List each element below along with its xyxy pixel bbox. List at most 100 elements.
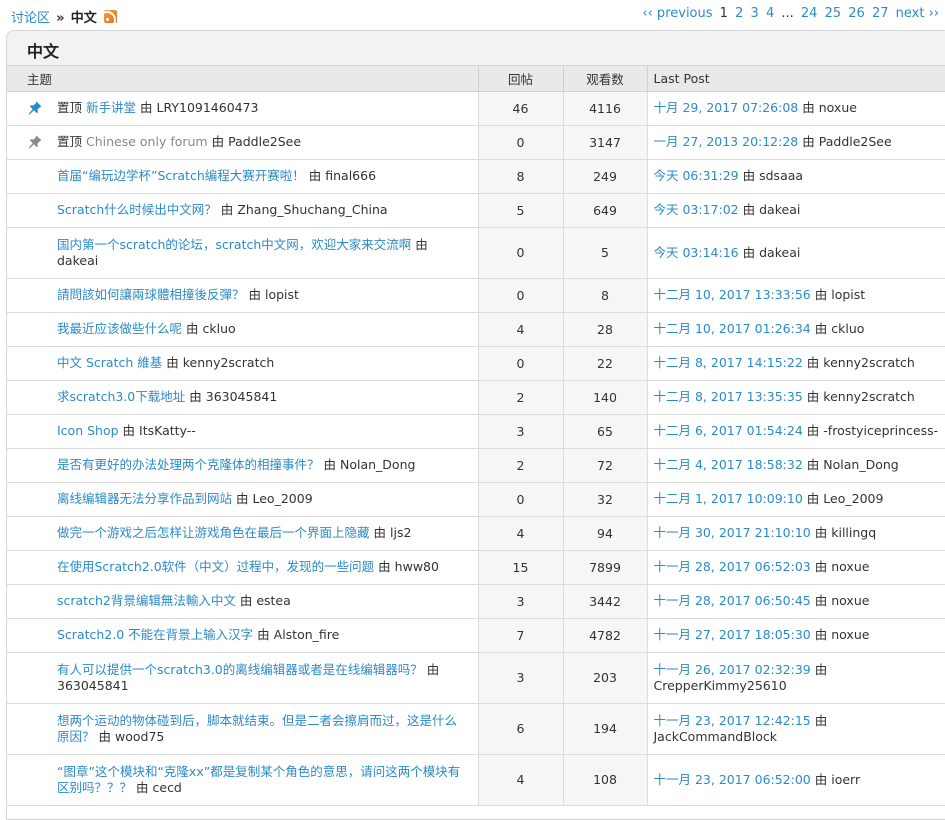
last-post-date-link[interactable]: 十二月 6, 2017 01:54:24 — [654, 423, 803, 438]
last-post-date-link[interactable]: 十一月 28, 2017 06:50:45 — [654, 593, 811, 608]
pagination-previous-link[interactable]: ‹‹ previous — [642, 6, 712, 21]
replies-count: 4 — [478, 516, 564, 551]
topic-title-link[interactable]: 首届“编玩边学杯”Scratch编程大赛开赛啦！ — [57, 168, 305, 183]
by-label: 由 — [136, 779, 149, 795]
last-post-date-link[interactable]: 十二月 8, 2017 14:15:22 — [654, 355, 803, 370]
topic-title-link[interactable]: Icon Shop — [57, 423, 119, 438]
topic-cell: 我最近应该做些什么呢 由 ckluo — [7, 312, 479, 347]
last-post-date-link[interactable]: 今天 03:17:02 — [654, 202, 739, 217]
topic-author: Nolan_Dong — [340, 457, 416, 472]
last-post-date-link[interactable]: 十二月 8, 2017 13:35:35 — [654, 389, 803, 404]
topic-title-link[interactable]: 做完一个游戏之后怎样让游戏角色在最后一个界面上隐藏 — [57, 525, 370, 540]
table-row: 离线编辑器无法分享作品到网站 由 Leo_2009 0 32 十二月 1, 2017 … — [7, 482, 945, 517]
topic-cell: 首届“编玩边学杯”Scratch编程大赛开赛啦！ 由 final666 — [7, 159, 479, 194]
by-label: 由 — [814, 712, 828, 728]
last-post-date-link[interactable]: 十月 29, 2017 07:26:08 — [654, 100, 799, 115]
topic-cell: 想两个运动的物体碰到后，脚本就结束。但是二者会擦肩而过，这是什么原因？ 由 wo… — [7, 703, 479, 755]
topic-title-link[interactable]: 求scratch3.0下载地址 — [57, 389, 185, 404]
pagination-page-link[interactable]: 26 — [848, 6, 865, 21]
topic-cell: 中文 Scratch 維基 由 kenny2scratch — [7, 346, 479, 381]
last-post-cell: 十二月 8, 2017 14:15:22 由 kenny2scratch — [647, 346, 945, 381]
last-post-date-link[interactable]: 十一月 28, 2017 06:52:03 — [654, 559, 811, 574]
last-post-cell: 十月 29, 2017 07:26:08 由 noxue — [647, 91, 945, 126]
last-post-date-link[interactable]: 十一月 26, 2017 02:32:39 — [654, 662, 811, 677]
last-post-cell: 今天 03:17:02 由 dakeai — [647, 193, 945, 228]
last-post-date-link[interactable]: 十二月 4, 2017 18:58:32 — [654, 457, 803, 472]
replies-count: 2 — [478, 380, 564, 415]
by-label: 由 — [415, 236, 428, 252]
topic-author: lopist — [265, 287, 299, 302]
by-label: 由 — [814, 661, 828, 677]
pagination-page-link[interactable]: 27 — [872, 6, 889, 21]
views-count: 249 — [563, 159, 648, 194]
views-count: 4782 — [563, 618, 648, 653]
last-post-date-link[interactable]: 十一月 23, 2017 06:52:00 — [654, 772, 811, 787]
topic-title-link[interactable]: 离线编辑器无法分享作品到网站 — [57, 491, 232, 506]
pagination-page-link[interactable]: 25 — [825, 6, 842, 21]
last-post-date-link[interactable]: 十二月 1, 2017 10:09:10 — [654, 491, 803, 506]
last-post-author: JackCommandBlock — [653, 728, 778, 744]
table-row: 求scratch3.0下载地址 由 363045841 2 140 十二月 8, 20… — [7, 380, 945, 415]
last-post-cell: 十一月 23, 2017 06:52:00 由 ioerr — [647, 754, 945, 806]
by-label: 由 — [802, 100, 815, 115]
topic-title-link[interactable]: 国内第一个scratch的论坛，scratch中文网，欢迎大家来交流啊 — [57, 237, 411, 252]
table-row: 首届“编玩边学杯”Scratch编程大赛开赛啦！ 由 final666 8 249 今… — [7, 159, 945, 194]
topic-title-link[interactable]: 有人可以提供一个scratch3.0的离线编辑器或者是在线编辑器吗？ — [57, 662, 423, 677]
topic-title-link[interactable]: Chinese only forum — [86, 134, 208, 149]
topic-title-link[interactable]: 我最近应该做些什么呢 — [57, 321, 182, 336]
by-label: 由 — [186, 321, 199, 336]
topic-title-link[interactable]: 新手讲堂 — [86, 100, 136, 115]
last-post-cell: 十二月 10, 2017 01:26:34 由 ckluo — [647, 312, 945, 347]
last-post-cell: 今天 03:14:16 由 dakeai — [647, 227, 945, 279]
breadcrumb-forums-link[interactable]: 讨论区 — [11, 11, 50, 26]
last-post-cell: 十二月 1, 2017 10:09:10 由 Leo_2009 — [647, 482, 945, 517]
pagination-page-link[interactable]: 3 — [751, 6, 759, 21]
views-count: 108 — [563, 754, 648, 806]
last-post-author: dakeai — [759, 244, 801, 260]
last-post-date-link[interactable]: 十一月 27, 2017 18:05:30 — [654, 627, 811, 642]
rss-feed-icon[interactable] — [103, 10, 117, 23]
topic-title-link[interactable]: 中文 Scratch 維基 — [57, 355, 162, 370]
replies-count: 15 — [478, 550, 564, 585]
last-post-date-link[interactable]: 十一月 30, 2017 21:10:10 — [654, 525, 811, 540]
table-header-row: 主题 回帖 观看数 Last Post — [7, 66, 945, 92]
last-post-date-link[interactable]: 一月 27, 2013 20:12:28 — [654, 134, 799, 149]
topic-title-link[interactable]: 請問該如何讓兩球體相撞後反彈？ — [57, 287, 245, 302]
table-row: 国内第一个scratch的论坛，scratch中文网，欢迎大家来交流啊 由 da… — [7, 227, 945, 279]
pagination-page-link[interactable]: 2 — [735, 6, 743, 21]
topic-title-link[interactable]: 在使用Scratch2.0软件（中文）过程中，发现的一些问题 — [57, 559, 374, 574]
topic-title-link[interactable]: scratch2背景编辑無法輸入中文 — [57, 593, 236, 608]
pagination-page-link[interactable]: 4 — [766, 6, 774, 21]
by-label: 由 — [239, 593, 253, 608]
last-post-cell: 十一月 27, 2017 18:05:30 由 noxue — [647, 618, 945, 653]
table-row: 請問該如何讓兩球體相撞後反彈？ 由 lopist 0 8 十二月 10, 2017 1… — [7, 278, 945, 313]
topic-title-link[interactable]: “图章”这个模块和“克隆xx”都是复制某个角色的意思，请问这两个模块有区别吗？？… — [57, 764, 460, 795]
pagination-page-link[interactable]: 24 — [801, 6, 818, 21]
replies-count: 2 — [478, 448, 564, 483]
last-post-date-link[interactable]: 今天 06:31:29 — [654, 168, 739, 183]
last-post-date-link[interactable]: 十一月 23, 2017 12:42:15 — [654, 713, 811, 728]
topic-author: wood75 — [115, 728, 165, 744]
last-post-author: lopist — [831, 287, 866, 302]
top-bar: 讨论区 » 中文 ‹‹ previous 1 2 3 4 ... 24 25 2… — [0, 0, 945, 30]
last-post-date-link[interactable]: 今天 03:14:16 — [654, 245, 739, 260]
last-post-author: sdsaaa — [759, 168, 804, 183]
views-count: 72 — [563, 448, 648, 483]
last-post-date-link[interactable]: 十二月 10, 2017 01:26:34 — [654, 321, 811, 336]
topic-author: ckluo — [202, 321, 236, 336]
last-post-author: killingq — [831, 525, 877, 540]
topic-title-link[interactable]: Scratch什么时候出中文网？ — [57, 202, 217, 217]
topic-author: 363045841 — [205, 389, 278, 404]
topic-title-link[interactable]: Scratch2.0 不能在背景上输入汉字 — [57, 627, 253, 642]
topic-title-link[interactable]: 是否有更好的办法处理两个克隆体的相撞事件？ — [57, 457, 320, 472]
last-post-date-link[interactable]: 十二月 10, 2017 13:33:56 — [654, 287, 811, 302]
topic-cell: Icon Shop 由 ItsKatty-- — [7, 414, 479, 449]
views-count: 28 — [563, 312, 648, 347]
topic-cell: “图章”这个模块和“克隆xx”都是复制某个角色的意思，请问这两个模块有区别吗？？… — [7, 754, 479, 806]
last-post-author: -frostyiceprincess- — [823, 423, 939, 438]
by-label: 由 — [742, 244, 756, 260]
breadcrumb-separator: » — [56, 11, 65, 26]
pagination-next-link[interactable]: next ›› — [896, 6, 939, 21]
by-label: 由 — [806, 423, 820, 438]
views-count: 65 — [563, 414, 648, 449]
